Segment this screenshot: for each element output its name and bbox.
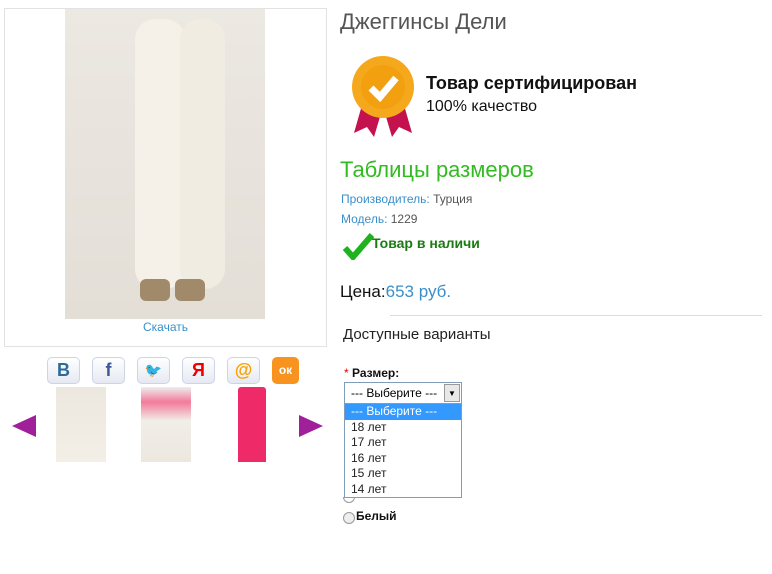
- size-option[interactable]: 18 лет: [345, 420, 461, 436]
- size-option[interactable]: 14 лет: [345, 482, 461, 498]
- product-main-image[interactable]: [65, 9, 265, 319]
- arrow-right-icon[interactable]: [299, 415, 323, 437]
- manufacturer-value: Турция: [433, 192, 473, 206]
- vk-icon[interactable]: B: [47, 357, 80, 384]
- price-value: 653 руб.: [385, 282, 452, 301]
- color-radio-white[interactable]: [343, 512, 355, 524]
- thumbnail-2[interactable]: [141, 387, 191, 462]
- certificate-title: Товар сертифицирован: [426, 73, 637, 93]
- size-select-value: --- Выберите ---: [351, 386, 438, 400]
- thumbnail-3[interactable]: [238, 387, 266, 462]
- size-option[interactable]: 17 лет: [345, 435, 461, 451]
- thumbnail-1[interactable]: [56, 387, 106, 462]
- mail-icon[interactable]: @: [227, 357, 260, 384]
- price-label: Цена:: [340, 282, 386, 301]
- size-label-row: * Размер:: [344, 366, 399, 380]
- facebook-icon[interactable]: f: [92, 357, 125, 384]
- arrow-left-icon[interactable]: [12, 415, 36, 437]
- twitter-icon[interactable]: 🐦: [137, 357, 170, 384]
- size-dropdown-list: --- Выберите --- 18 лет 17 лет 16 лет 15…: [344, 403, 462, 498]
- color-radio-hidden[interactable]: [343, 497, 355, 503]
- chevron-down-icon[interactable]: ▼: [444, 384, 460, 402]
- model-label: Модель:: [341, 212, 388, 226]
- size-option[interactable]: 15 лет: [345, 466, 461, 482]
- manufacturer-row: Производитель: Турция: [341, 192, 472, 206]
- certificate-subtitle: 100% качество: [426, 98, 538, 115]
- product-image-box: Скачать: [4, 8, 327, 347]
- divider: [390, 315, 762, 316]
- product-title: Джеггинсы Дели: [340, 9, 507, 34]
- options-title: Доступные варианты: [343, 326, 491, 343]
- download-link[interactable]: Скачать: [5, 320, 326, 334]
- size-label: Размер:: [352, 366, 400, 380]
- price-row: Цена:653 руб.: [340, 282, 451, 302]
- required-mark: *: [344, 366, 349, 380]
- model-row: Модель: 1229: [341, 212, 417, 226]
- odnoklassniki-icon[interactable]: ок: [272, 357, 299, 384]
- size-option[interactable]: --- Выберите ---: [345, 404, 461, 420]
- stock-status: Товар в наличи: [372, 235, 480, 251]
- size-select[interactable]: --- Выберите --- ▼: [344, 382, 462, 404]
- manufacturer-label: Производитель:: [341, 192, 430, 206]
- color-option-label: Белый: [356, 509, 397, 523]
- model-value: 1229: [390, 212, 418, 226]
- yaru-icon[interactable]: Я: [182, 357, 215, 384]
- checkmark-icon: [342, 232, 375, 265]
- size-option[interactable]: 16 лет: [345, 451, 461, 467]
- certificate-badge-icon: [350, 55, 416, 137]
- size-tables-link[interactable]: Таблицы размеров: [340, 157, 534, 183]
